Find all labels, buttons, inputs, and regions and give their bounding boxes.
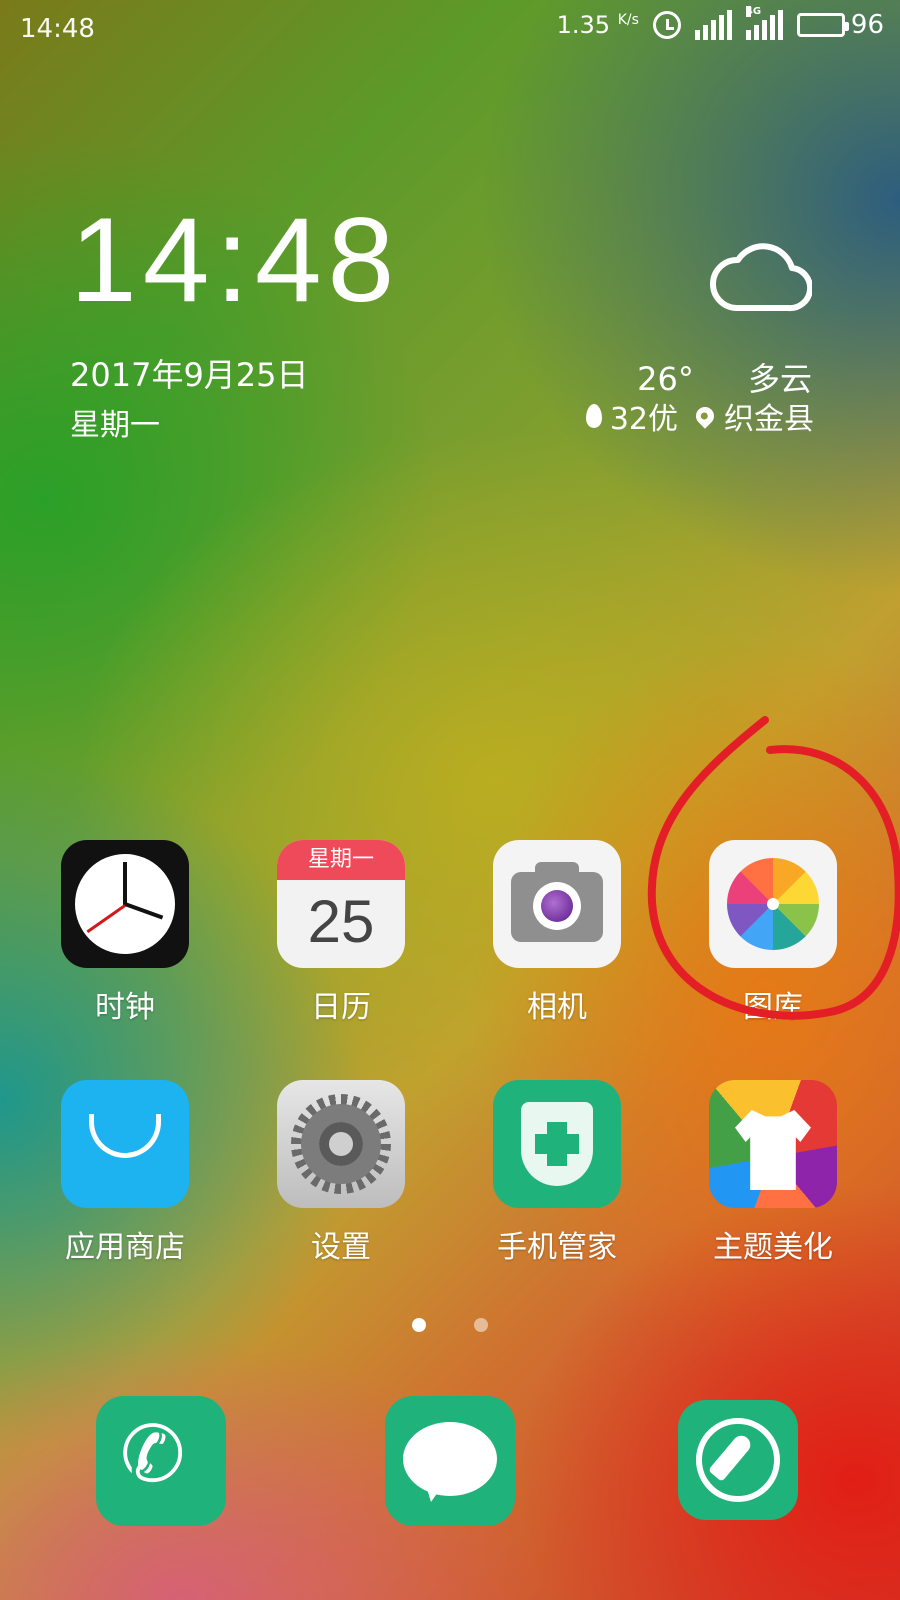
weather-temperature: 26°: [637, 360, 694, 398]
dock-browser[interactable]: [678, 1400, 798, 1520]
weather-info-row: 32优 织金县: [585, 394, 814, 438]
signal-4g-icon: 4G: [745, 6, 783, 40]
network-type-label: 4G: [745, 6, 762, 17]
page-indicator: [0, 1318, 900, 1332]
app-label: 相机: [527, 990, 587, 1025]
network-speed-value: 1.35: [556, 11, 611, 39]
clock-icon: [61, 840, 189, 968]
app-label: 主题美化: [713, 1230, 833, 1265]
theme-icon: [709, 1080, 837, 1208]
battery-level: 96: [850, 10, 884, 40]
widget-time: 14:48: [70, 193, 401, 327]
app-gallery[interactable]: 图库: [688, 840, 858, 1026]
cloud-icon: [710, 243, 812, 312]
battery-icon: [796, 13, 849, 37]
app-camera[interactable]: 相机: [472, 840, 642, 1026]
dock-messages[interactable]: [385, 1396, 515, 1526]
calendar-icon-weekday: 星期一: [277, 840, 405, 880]
app-clock[interactable]: 时钟: [40, 840, 210, 1026]
app-label: 应用商店: [65, 1230, 185, 1265]
network-speed: 1.35 K/s: [557, 11, 639, 39]
app-label: 图库: [743, 990, 803, 1025]
signal-icon: [694, 10, 732, 40]
weather-location: 织金县: [724, 402, 814, 437]
dock-phone[interactable]: ✆: [96, 1396, 226, 1526]
app-label: 时钟: [95, 990, 155, 1025]
status-time: 14:48: [20, 14, 95, 44]
alarm-icon: [652, 11, 681, 39]
app-theme[interactable]: 主题美化: [688, 1080, 858, 1266]
messages-icon: [403, 1422, 497, 1502]
gallery-icon: [709, 840, 837, 968]
app-label: 设置: [311, 1230, 371, 1265]
page-dot[interactable]: [474, 1318, 488, 1332]
settings-icon: [277, 1080, 405, 1208]
battery-indicator: 96: [796, 10, 884, 40]
phone-manager-icon: [493, 1080, 621, 1208]
app-store[interactable]: 应用商店: [40, 1080, 210, 1266]
clock-widget[interactable]: 14:48 2017年9月25日 星期一: [70, 200, 400, 444]
app-store-icon: [61, 1080, 189, 1208]
network-speed-unit: K/s: [617, 12, 639, 28]
air-quality: 32优: [609, 402, 678, 437]
app-label: 日历: [311, 990, 371, 1025]
phone-icon: ✆: [120, 1410, 186, 1500]
calendar-icon-day: 25: [307, 888, 375, 955]
camera-icon: [493, 840, 621, 968]
calendar-icon: 星期一 25: [277, 840, 405, 968]
weather-condition: 多云: [747, 360, 812, 398]
app-calendar[interactable]: 星期一 25 日历: [256, 840, 426, 1026]
page-dot-active[interactable]: [412, 1318, 426, 1332]
app-phone-manager[interactable]: 手机管家: [472, 1080, 642, 1266]
app-settings[interactable]: 设置: [256, 1080, 426, 1266]
widget-weekday: 星期一: [70, 408, 160, 443]
status-bar: 14:48 1.35 K/s 4G 96: [0, 0, 900, 58]
location-pin-icon: [692, 403, 718, 429]
leaf-icon: [585, 404, 602, 428]
widget-date: 2017年9月25日: [70, 356, 309, 394]
app-label: 手机管家: [497, 1230, 617, 1265]
